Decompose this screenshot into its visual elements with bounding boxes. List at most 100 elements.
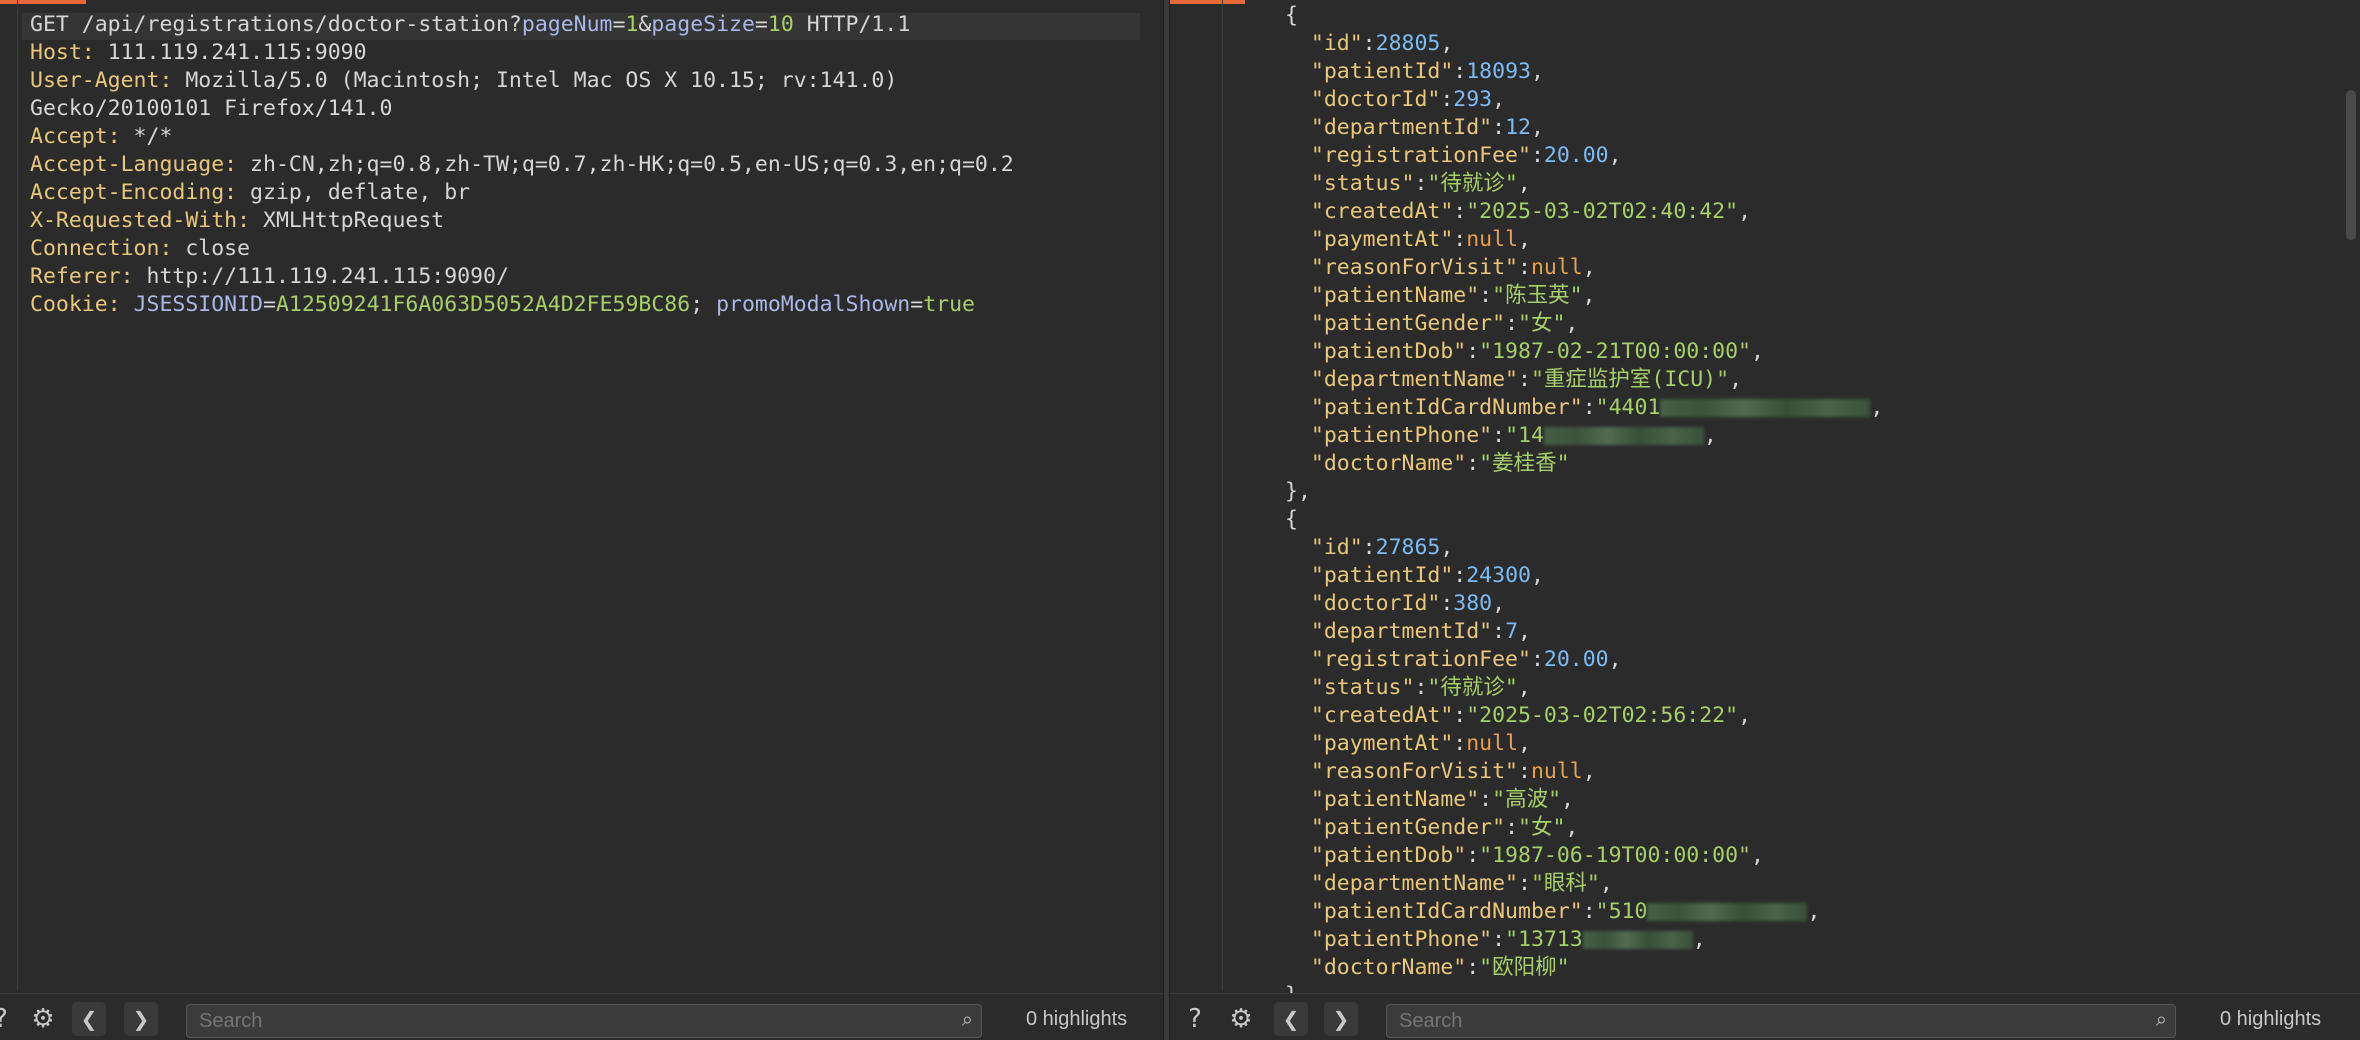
cookie-value: true (923, 292, 975, 317)
json-key: "patientPhone" (1285, 927, 1493, 952)
header-line: Connection: close (30, 235, 1014, 263)
response-pane[interactable]: { "id":28805, "patientId":18093, "doctor… (1170, 0, 2360, 1040)
response-scrollbar[interactable] (2346, 90, 2356, 240)
header-name: Accept: (30, 124, 121, 149)
prev-match-button[interactable]: ❮ (72, 1002, 106, 1036)
code-token: = (612, 12, 626, 37)
request-editor[interactable]: GET /api/registrations/doctor-station?pa… (30, 11, 1014, 319)
code-token: , (1608, 647, 1622, 672)
code-token: , (1561, 787, 1574, 812)
query-value: 1 (625, 12, 639, 37)
code-token: = (263, 292, 276, 317)
json-field-patientIdCardNumber: "patientIdCardNumber":"510, (1285, 898, 1883, 926)
response-search-box[interactable]: ⌕ (1386, 1004, 2176, 1038)
request-search-box[interactable]: ⌕ (186, 1004, 982, 1038)
json-open-brace: { (1285, 2, 1883, 30)
code-token: , (1582, 255, 1596, 280)
code-token: , (1530, 115, 1544, 140)
settings-icon[interactable]: ⚙ (26, 1002, 60, 1036)
help-icon[interactable]: ? (1178, 1002, 1212, 1036)
prev-match-button[interactable]: ❮ (1274, 1002, 1308, 1036)
code-token: & (638, 12, 652, 37)
query-key: pageSize (651, 12, 755, 37)
code-token: : (1518, 255, 1531, 280)
code-token: : (1492, 619, 1506, 644)
request-search-toolbar: ? ⚙ ❮ ❯ ⌕ 0 highlights (0, 993, 1163, 1040)
code-token: , (1440, 31, 1454, 56)
json-key: "doctorId" (1285, 591, 1441, 616)
header-value: close (172, 236, 251, 261)
next-match-button[interactable]: ❯ (124, 1002, 158, 1036)
json-number-value: 18093 (1466, 59, 1531, 84)
header-line: Referer: http://111.119.241.115:9090/ (30, 263, 1014, 291)
code-token: , (1738, 703, 1752, 728)
request-search-input[interactable] (187, 1005, 847, 1037)
json-key: "id" (1285, 535, 1363, 560)
code-token: , (1608, 143, 1622, 168)
json-key: "patientName" (1285, 787, 1480, 812)
code-token: = (910, 292, 924, 317)
json-key: "registrationFee" (1285, 143, 1531, 168)
code-token: : (1414, 675, 1428, 700)
json-string-value: "2025-03-02T02:56:22" (1466, 703, 1739, 728)
json-key: "patientIdCardNumber" (1285, 395, 1583, 420)
json-key: "status" (1285, 675, 1415, 700)
json-string-value: "1987-06-19T00:00:00" (1479, 843, 1751, 868)
cookie-line: Cookie: JSESSIONID=A12509241F6A063D5052A… (30, 291, 1014, 319)
header-line: Accept: */* (30, 123, 1014, 151)
json-number-value: 20.00 (1543, 143, 1609, 168)
next-match-button[interactable]: ❯ (1324, 1002, 1358, 1036)
json-key: "reasonForVisit" (1285, 255, 1518, 280)
code-token: , (1599, 871, 1613, 896)
json-number-value: 7 (1505, 619, 1519, 644)
header-name: Accept-Encoding: (30, 180, 238, 205)
json-field-status: "status":"待就诊", (1285, 674, 1883, 702)
code-token: , (1565, 311, 1579, 336)
json-string-value: "待就诊" (1427, 171, 1518, 196)
code-token: : (1453, 731, 1467, 756)
request-protocol: HTTP/1.1 (793, 12, 911, 37)
json-field-reasonForVisit: "reasonForVisit":null, (1285, 758, 1883, 786)
json-key: "patientGender" (1285, 815, 1506, 840)
code-token: : (1453, 703, 1467, 728)
json-number-value: 27865 (1375, 535, 1441, 560)
json-null-value: null (1530, 255, 1583, 280)
header-name: Cookie: (30, 292, 121, 317)
settings-icon[interactable]: ⚙ (1224, 1002, 1258, 1036)
response-search-toolbar: ? ⚙ ❮ ❯ ⌕ 0 highlights (1170, 993, 2360, 1040)
header-name: Referer: (30, 264, 134, 289)
json-string-value: "高波" (1492, 787, 1562, 812)
code-token: : (1453, 227, 1467, 252)
json-number-value: 380 (1453, 591, 1493, 616)
json-number-value: 24300 (1466, 563, 1531, 588)
response-search-input[interactable] (1387, 1005, 2042, 1037)
header-value: XMLHttpRequest (250, 208, 445, 233)
request-highlights-count: 0 highlights (1026, 1008, 1128, 1030)
json-field-departmentName: "departmentName":"重症监护室(ICU)", (1285, 366, 1883, 394)
code-token: : (1492, 927, 1506, 952)
code-token: : (1479, 283, 1493, 308)
json-key: "patientDob" (1285, 339, 1467, 364)
pane-divider[interactable] (1163, 0, 1170, 1040)
json-key: "paymentAt" (1285, 731, 1454, 756)
code-token: : (1505, 815, 1519, 840)
redacted-value (1543, 427, 1704, 445)
code-token: : (1492, 423, 1506, 448)
json-key: "patientDob" (1285, 843, 1467, 868)
json-field-patientPhone: "patientPhone":"14, (1285, 422, 1883, 450)
redacted-value (1660, 399, 1871, 417)
response-viewer[interactable]: { "id":28805, "patientId":18093, "doctor… (1285, 2, 1883, 1010)
code-token: : (1492, 115, 1506, 140)
header-name: Accept-Language: (30, 152, 238, 177)
json-field-patientGender: "patientGender":"女", (1285, 310, 1883, 338)
header-value: gzip, deflate, br (237, 180, 471, 205)
header-value: Gecko/20100101 Firefox/141.0 (30, 96, 393, 121)
search-icon: ⌕ (961, 1007, 973, 1031)
request-pane[interactable]: GET /api/registrations/doctor-station?pa… (0, 0, 1163, 1040)
code-token: { (1285, 3, 1298, 28)
json-string-value: "女" (1518, 815, 1566, 840)
help-icon[interactable]: ? (0, 1002, 18, 1036)
json-string-value: "陈玉英" (1492, 283, 1583, 308)
json-key: "reasonForVisit" (1285, 759, 1518, 784)
